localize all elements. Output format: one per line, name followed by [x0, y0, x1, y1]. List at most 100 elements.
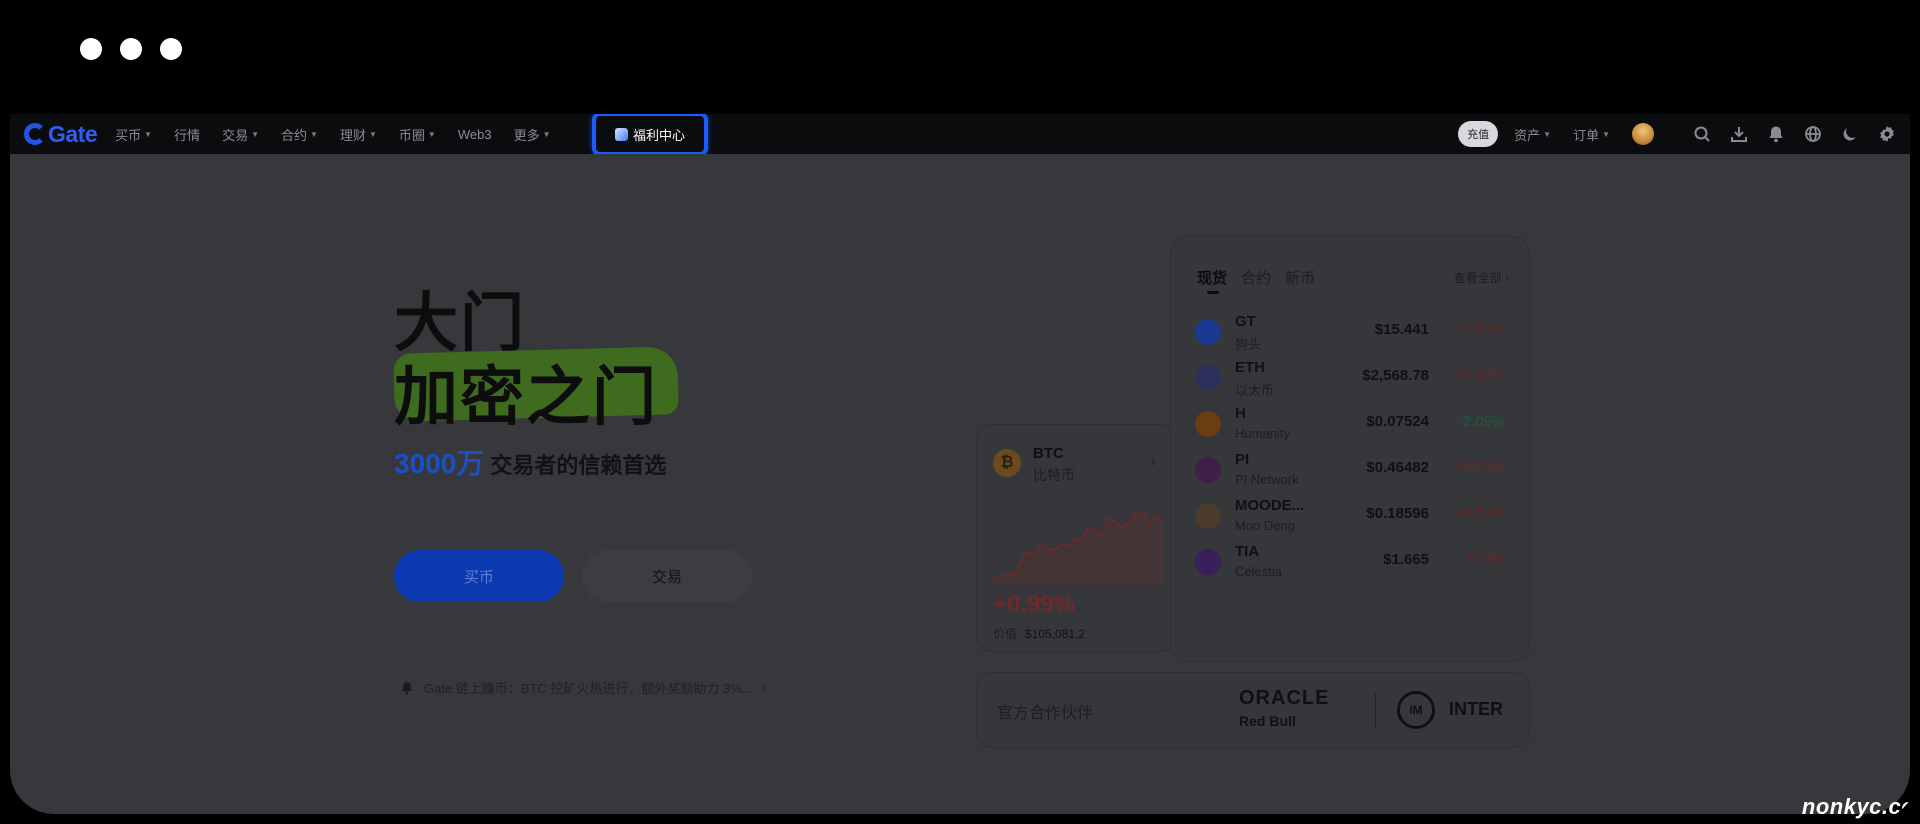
top-nav: Gate 买币 ▼ 行情 交易 ▼ 合约 ▼ 理财 ▼ 币圈 ▼ Web3 更多 ▼ 福利中心 充值 资产… — [10, 114, 1910, 156]
coin-icon — [1195, 411, 1221, 437]
coin-symbol: PI — [1235, 451, 1250, 468]
buy-crypto-button[interactable]: 买币 — [394, 550, 564, 602]
coin-change: -2.09% — [1457, 413, 1505, 430]
window-dot — [80, 38, 102, 60]
gift-icon — [614, 127, 628, 141]
coin-symbol: MOODE... — [1235, 497, 1305, 514]
coin-change: +1.91% — [1453, 321, 1505, 338]
coin-icon — [1195, 503, 1221, 529]
redbull-logo: Red Bull — [1239, 713, 1296, 729]
nav-item-7[interactable]: 更多 ▼ — [514, 125, 551, 144]
chevron-down-icon: ▼ — [1543, 129, 1552, 139]
avatar[interactable] — [1632, 123, 1654, 145]
tab-new-coins[interactable]: 新币 — [1285, 267, 1315, 288]
market-row[interactable]: PI PI Network $0.46482 +3.63% — [1195, 447, 1505, 493]
nav-item-2[interactable]: 交易 ▼ — [222, 125, 259, 144]
market-row[interactable]: ETH 以太币 $2,568.78 +2.32% — [1195, 355, 1505, 401]
nav-item-label: 交易 — [222, 127, 249, 143]
download-icon[interactable] — [1730, 125, 1748, 143]
announcement-bar[interactable]: Gate 链上赚币：BTC 挖矿火热进行，额外奖励助力 3%... › — [400, 678, 767, 697]
nav-item-label: 更多 — [513, 127, 540, 143]
nav-item-label: 买币 — [115, 127, 142, 143]
moon-icon[interactable] — [1841, 125, 1859, 143]
bitcoin-icon: ₿ — [993, 449, 1021, 477]
chevron-down-icon: ▼ — [1602, 129, 1610, 139]
watermark: nonkyc.cc — [1801, 794, 1914, 819]
coin-name: Celestia — [1235, 564, 1282, 579]
bell-icon — [400, 681, 414, 695]
tab-spot[interactable]: 现货 — [1197, 267, 1227, 288]
coin-symbol: ETH — [1235, 359, 1265, 376]
screen: Gate 买币 ▼ 行情 交易 ▼ 合约 ▼ 理财 ▼ 币圈 ▼ Web3 更多 ▼ 福利中心 充值 资产… — [10, 114, 1910, 814]
window-dot — [120, 38, 142, 60]
gate-logo-icon — [24, 123, 46, 145]
nav-item-label: Web3 — [457, 126, 492, 142]
globe-icon[interactable] — [1804, 125, 1822, 143]
gear-icon[interactable] — [1878, 125, 1896, 143]
market-panel: 现货 合约 新币 查看全部 › GT 狗头 $15.441 +1.91% ETH 以太币 $… — [1170, 236, 1530, 662]
assets-label: 资产 — [1514, 127, 1541, 143]
coin-price: $1.665 — [1383, 551, 1429, 568]
orders-menu[interactable]: 订单 ▼ — [1573, 125, 1610, 144]
chevron-down-icon: ▼ — [368, 129, 377, 139]
coin-symbol: H — [1235, 405, 1246, 422]
market-row[interactable]: GT 狗头 $15.441 +1.91% — [1195, 309, 1505, 355]
device-frame: Gate 买币 ▼ 行情 交易 ▼ 合约 ▼ 理财 ▼ 币圈 ▼ Web3 更多 ▼ 福利中心 充值 资产… — [0, 0, 1920, 824]
price-label: 价值 — [993, 627, 1018, 641]
window-dot — [160, 38, 182, 60]
coin-change: +13% — [1466, 551, 1505, 568]
bell-icon[interactable] — [1767, 125, 1785, 143]
coin-name: Moo Deng — [1235, 518, 1295, 533]
deposit-button[interactable]: 充值 — [1458, 121, 1499, 147]
nav-item-label: 币圈 — [398, 127, 425, 143]
btc-symbol: BTC — [1033, 445, 1064, 462]
oracle-logo: ORACLE — [1239, 687, 1330, 709]
chevron-down-icon: ▼ — [310, 129, 318, 139]
nav-item-0[interactable]: 买币 ▼ — [115, 125, 152, 144]
btc-price: $105,081.2 — [1025, 627, 1086, 641]
welfare-center-button[interactable]: 福利中心 — [592, 114, 708, 156]
hero-subtitle-text: 交易者的信赖首选 — [490, 453, 667, 478]
chevron-down-icon: ▼ — [144, 129, 153, 139]
view-all-link[interactable]: 查看全部 › — [1454, 269, 1509, 286]
coin-symbol: TIA — [1235, 543, 1260, 560]
announcement-text: Gate 链上赚币：BTC 挖矿火热进行，额外奖励助力 3%... — [424, 681, 753, 696]
search-icon[interactable] — [1693, 125, 1711, 143]
partners-label: 官方合作伙伴 — [997, 705, 1094, 722]
trade-button[interactable]: 交易 — [582, 550, 752, 602]
chevron-right-icon: › — [1151, 453, 1156, 469]
nav-item-label: 行情 — [174, 127, 201, 143]
btc-name: 比特币 — [1033, 467, 1075, 483]
nav-right: 充值 资产 ▼ 订单 ▼ — [1458, 114, 1896, 154]
market-row[interactable]: TIA Celestia $1.665 +13% — [1195, 539, 1505, 585]
tab-futures[interactable]: 合约 — [1241, 267, 1271, 288]
market-tabs: 现货 合约 新币 — [1197, 267, 1315, 288]
nav-item-label: 理财 — [339, 127, 366, 143]
nav-item-3[interactable]: 合约 ▼ — [281, 125, 318, 144]
hero-subtitle: 3000万 交易者的信赖首选 — [394, 442, 666, 482]
market-row[interactable]: MOODE... Moo Deng $0.18596 +4.74% — [1195, 493, 1505, 539]
divider — [1375, 693, 1376, 729]
coin-price: $15.441 — [1374, 321, 1429, 338]
coin-price: $0.07524 — [1366, 413, 1429, 430]
coin-icon — [1195, 365, 1221, 391]
market-row[interactable]: H Humanity $0.07524 -2.09% — [1195, 401, 1505, 447]
nav-item-5[interactable]: 币圈 ▼ — [399, 125, 436, 144]
hero-title-line2: 加密之门 — [394, 361, 658, 433]
nav-item-1[interactable]: 行情 — [174, 125, 200, 144]
nav-item-label: 合约 — [281, 127, 308, 143]
btc-card[interactable]: ₿ BTC 比特币 › +0.99% 价值 $105,081.2 — [976, 424, 1176, 652]
btc-change: +0.99% — [993, 591, 1076, 618]
assets-menu[interactable]: 资产 ▼ — [1514, 125, 1551, 144]
nav-item-6[interactable]: Web3 — [458, 127, 492, 142]
coin-price: $0.46482 — [1366, 459, 1429, 476]
gate-logo[interactable]: Gate — [24, 121, 98, 148]
btc-sparkline — [993, 510, 1163, 585]
nav-item-4[interactable]: 理财 ▼ — [340, 125, 377, 144]
active-tab-indicator — [1207, 291, 1219, 294]
coin-change: +3.63% — [1453, 459, 1505, 476]
coin-name: PI Network — [1235, 472, 1299, 487]
inter-crest-icon: IM — [1397, 691, 1435, 729]
chevron-down-icon: ▼ — [542, 129, 551, 139]
chevron-down-icon: ▼ — [427, 129, 436, 139]
